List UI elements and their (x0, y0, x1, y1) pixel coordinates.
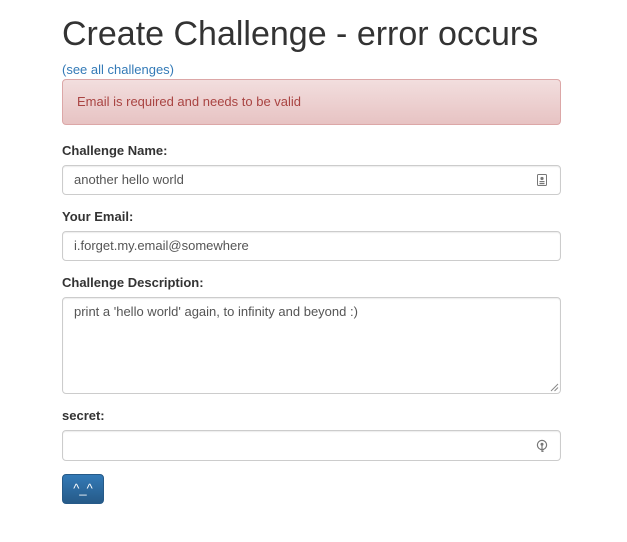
email-label: Your Email: (62, 209, 134, 224)
contact-card-icon[interactable] (535, 173, 549, 187)
description-value: print a 'hello world' again, to infinity… (74, 304, 358, 319)
error-message: Email is required and needs to be valid (77, 94, 302, 109)
challenge-name-value: another hello world (74, 172, 184, 187)
resize-grip-icon[interactable] (550, 383, 559, 392)
error-alert: Email is required and needs to be valid (62, 79, 561, 125)
password-key-icon[interactable] (535, 439, 549, 453)
challenge-name-input[interactable]: another hello world (62, 165, 561, 195)
email-input[interactable]: i.forget.my.email@somewhere (62, 231, 561, 261)
challenge-name-label: Challenge Name: (62, 143, 168, 158)
email-value: i.forget.my.email@somewhere (74, 238, 249, 253)
description-label: Challenge Description: (62, 275, 204, 290)
submit-button[interactable]: ^_^ (62, 474, 104, 504)
description-textarea[interactable]: print a 'hello world' again, to infinity… (62, 297, 561, 394)
secret-input[interactable] (62, 430, 561, 461)
page-title: Create Challenge - error occurs (62, 15, 539, 53)
see-all-challenges-link[interactable]: (see all challenges) (62, 62, 174, 78)
secret-label: secret: (62, 408, 105, 423)
